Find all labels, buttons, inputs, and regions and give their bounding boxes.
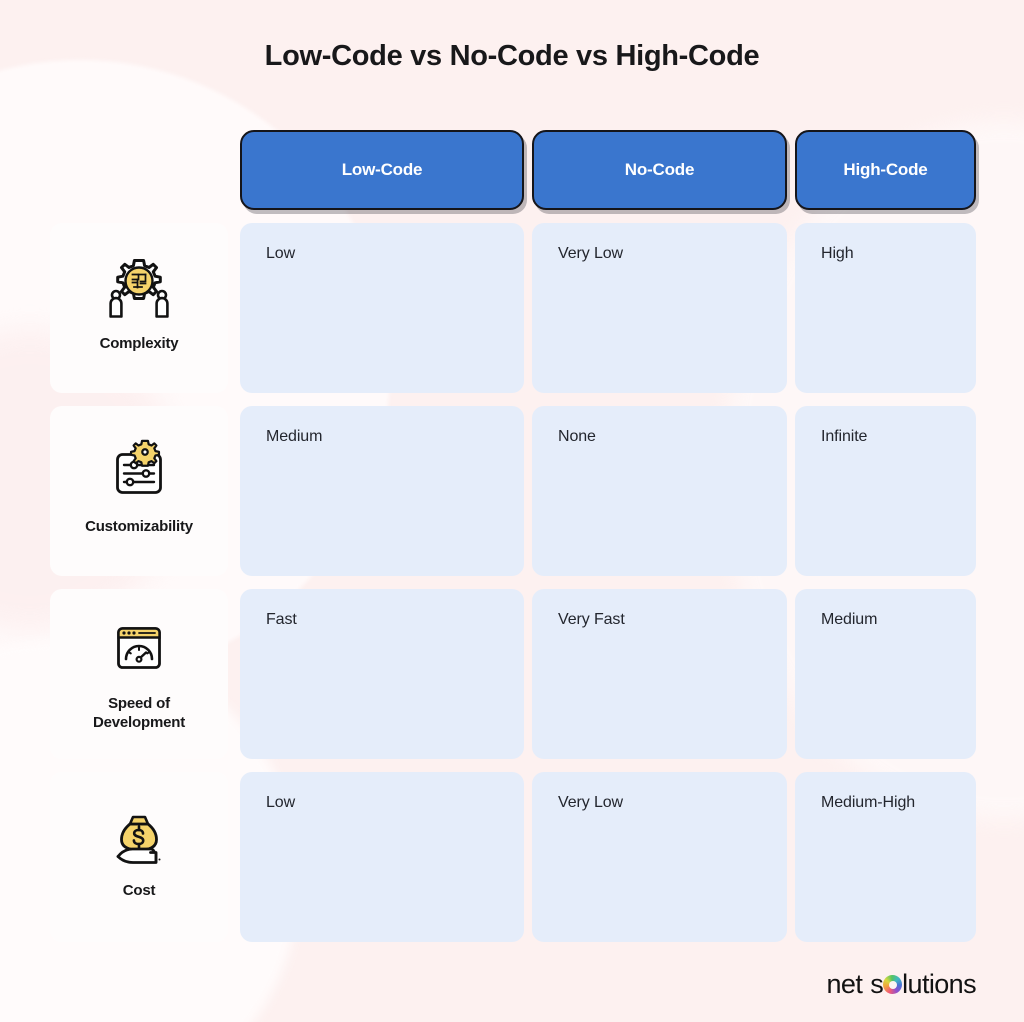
cell-speed-high-code: Medium <box>795 589 976 759</box>
row-label-complexity: Complexity <box>50 223 228 393</box>
cell-customizability-high-code: Infinite <box>795 406 976 576</box>
brand-logo: net s lutions <box>827 969 977 1000</box>
table-row: Complexity Low Very Low High <box>50 223 980 393</box>
table-row: Cost Low Very Low Medium-High <box>50 772 980 942</box>
comparison-table: Low-Code No-Code High-Code Complexity Lo… <box>50 130 980 942</box>
row-label-text: Speed of Development <box>85 695 193 733</box>
table-row: Customizability Medium None Infinite <box>50 406 980 576</box>
logo-word-solutions-part1: s <box>870 969 884 999</box>
cell-speed-low-code: Fast <box>240 589 524 759</box>
logo-word-solutions-part2: lutions <box>902 969 976 999</box>
table-row: Speed of Development Fast Very Fast Medi… <box>50 589 980 759</box>
cell-customizability-low-code: Medium <box>240 406 524 576</box>
column-header-no-code[interactable]: No-Code <box>532 130 787 210</box>
gear-maze-people-icon <box>103 255 175 321</box>
row-label-cost: Cost <box>50 772 228 942</box>
multicolor-ring-icon <box>883 975 903 994</box>
browser-speedometer-icon <box>103 619 175 681</box>
column-header-low-code[interactable]: Low-Code <box>240 130 524 210</box>
cell-cost-low-code: Low <box>240 772 524 942</box>
column-header-high-code[interactable]: High-Code <box>795 130 976 210</box>
cell-speed-no-code: Very Fast <box>532 589 787 759</box>
cell-cost-high-code: Medium-High <box>795 772 976 942</box>
logo-word-net: net <box>826 969 863 999</box>
row-label-speed-of-development: Speed of Development <box>50 589 228 759</box>
row-label-line-2: Development <box>93 713 185 731</box>
cell-complexity-high-code: High <box>795 223 976 393</box>
sliders-gear-icon <box>103 438 175 504</box>
cell-customizability-no-code: None <box>532 406 787 576</box>
infographic-page: Low-Code vs No-Code vs High-Code Low-Cod… <box>0 0 1024 1022</box>
row-label-line-1: Speed of <box>108 695 170 712</box>
table-header-row: Low-Code No-Code High-Code <box>50 130 980 210</box>
page-title: Low-Code vs No-Code vs High-Code <box>264 40 760 72</box>
header-corner-spacer <box>50 130 228 210</box>
row-label-text: Complexity <box>99 335 179 352</box>
cell-cost-no-code: Very Low <box>532 772 787 942</box>
cell-complexity-low-code: Low <box>240 223 524 393</box>
row-label-text: Customizability <box>85 518 193 535</box>
row-label-customizability: Customizability <box>50 406 228 576</box>
cell-complexity-no-code: Very Low <box>532 223 787 393</box>
hand-money-bag-icon <box>102 804 176 868</box>
row-label-text: Cost <box>122 882 156 899</box>
